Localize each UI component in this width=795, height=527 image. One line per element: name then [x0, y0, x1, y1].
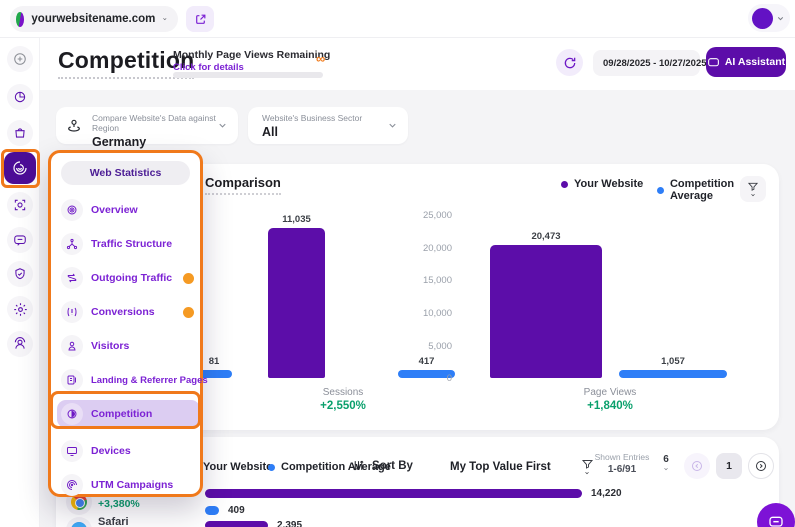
landing-pages-icon [61, 369, 83, 391]
external-link-icon [194, 13, 207, 26]
ai-assistant-button[interactable]: AI Assistant [706, 47, 786, 77]
comparison-title: Comparison [205, 175, 281, 195]
chart-filter-button[interactable] [740, 176, 766, 202]
sort-by-control[interactable]: Sort By [352, 459, 413, 472]
chevron-down-icon [583, 470, 591, 476]
page-size-select[interactable]: 6 [656, 454, 676, 472]
visitors-icon [61, 335, 83, 357]
chevron-down-icon [749, 192, 757, 198]
pagination-current-page[interactable]: 1 [716, 453, 742, 479]
safari-avatar [66, 517, 92, 527]
sector-filter-label: Website's Business Sector [262, 113, 362, 123]
notification-badge [183, 273, 194, 284]
traffic-structure-icon [61, 233, 83, 255]
sort-by-label: Sort By [372, 460, 413, 472]
chat-fab-button[interactable] [757, 503, 795, 527]
chevron-down-icon [387, 120, 398, 131]
menu-item-competition[interactable]: Competition [57, 400, 200, 428]
avatar [752, 8, 773, 29]
menu-header: Web Statistics [61, 161, 190, 185]
devices-icon [61, 440, 83, 462]
sidebar-web-statistics-active[interactable] [4, 152, 36, 184]
safari-icon [71, 522, 87, 527]
legend-your-website: Your Website [561, 178, 643, 190]
chevron-down-icon [776, 14, 785, 23]
sidebar-scan-icon[interactable] [7, 192, 33, 218]
user-menu[interactable] [748, 4, 790, 32]
sidebar-chat-icon[interactable] [7, 227, 33, 253]
date-range-picker[interactable]: 09/28/2025 - 10/27/2025 [593, 50, 700, 76]
row-change: +3,380% [98, 498, 140, 510]
sidebar-dashboard-icon[interactable] [7, 84, 33, 110]
menu-item-utm-campaigns[interactable]: UTM Campaigns [57, 472, 200, 498]
sidebar-shop-icon[interactable] [7, 120, 33, 146]
website-name: yourwebsitename.com [31, 13, 155, 25]
sector-filter-value: All [262, 125, 362, 139]
shown-entries-label: Shown Entries [592, 452, 652, 462]
shown-entries: Shown Entries 1-6/91 [592, 452, 652, 475]
website-selector[interactable]: yourwebsitename.com [10, 6, 178, 32]
sidebar-shield-icon[interactable] [7, 261, 33, 287]
menu-item-visitors[interactable]: Visitors [57, 333, 200, 359]
web-statistics-menu: Web Statistics Overview Traffic Structur… [48, 150, 203, 497]
funnel-icon [747, 181, 759, 192]
sort-icon [352, 459, 365, 472]
ai-assistant-label: AI Assistant [725, 56, 785, 68]
sidebar-support-icon[interactable] [7, 331, 33, 357]
menu-item-devices[interactable]: Devices [57, 438, 200, 464]
arrow-left-circle-icon [691, 460, 703, 472]
page-header: Competition Monthly Page Views Remaining… [40, 38, 795, 90]
date-range-value: 09/28/2025 - 10/27/2025 [603, 58, 707, 69]
sort-value[interactable]: My Top Value First [450, 461, 551, 473]
outgoing-traffic-icon [61, 267, 83, 289]
sidebar-settings-icon[interactable] [7, 296, 33, 322]
shown-entries-value: 1-6/91 [592, 464, 652, 475]
sidebar [0, 38, 40, 527]
notification-badge [183, 307, 194, 318]
menu-item-outgoing-traffic[interactable]: Outgoing Traffic [57, 265, 200, 291]
refresh-button[interactable] [556, 49, 583, 76]
page-size-value: 6 [656, 454, 676, 465]
conversions-icon [61, 301, 83, 323]
quota-value: ∞ [316, 51, 325, 66]
chevron-down-icon [217, 120, 228, 131]
competition-icon [61, 403, 83, 425]
pagination-prev-button[interactable] [684, 453, 710, 479]
chevron-down-icon [662, 466, 670, 472]
legend-dot-blue [657, 187, 664, 194]
region-pin-icon [66, 117, 82, 133]
open-website-button[interactable] [186, 6, 214, 32]
arrow-right-circle-icon [755, 460, 767, 472]
chat-icon [768, 514, 784, 527]
region-filter-value: Germany [92, 135, 238, 149]
menu-item-traffic-structure[interactable]: Traffic Structure [57, 231, 200, 257]
region-filter[interactable]: Compare Website's Data against Region Ge… [56, 107, 238, 144]
menu-item-landing-referrer-pages[interactable]: Landing & Referrer Pages [57, 367, 200, 393]
sector-filter[interactable]: Website's Business Sector All [248, 107, 408, 144]
website-favicon-icon [16, 12, 24, 27]
pagination-next-button[interactable] [748, 453, 774, 479]
top-bar: yourwebsitename.com [0, 0, 795, 38]
menu-item-overview[interactable]: Overview [57, 197, 200, 223]
legend-dot-blue [268, 464, 275, 471]
overview-icon [61, 199, 83, 221]
quota-progress-bar [173, 72, 323, 78]
chevron-down-icon [162, 14, 168, 24]
chat-icon [707, 56, 720, 69]
quota-title: Monthly Page Views Remaining [173, 49, 330, 61]
row-name: Safari [98, 516, 129, 527]
sidebar-collapse-icon[interactable] [7, 46, 33, 72]
menu-item-conversions[interactable]: Conversions [57, 299, 200, 325]
refresh-icon [563, 56, 577, 70]
utm-campaigns-icon [61, 474, 83, 496]
legend-dot-purple [561, 181, 568, 188]
